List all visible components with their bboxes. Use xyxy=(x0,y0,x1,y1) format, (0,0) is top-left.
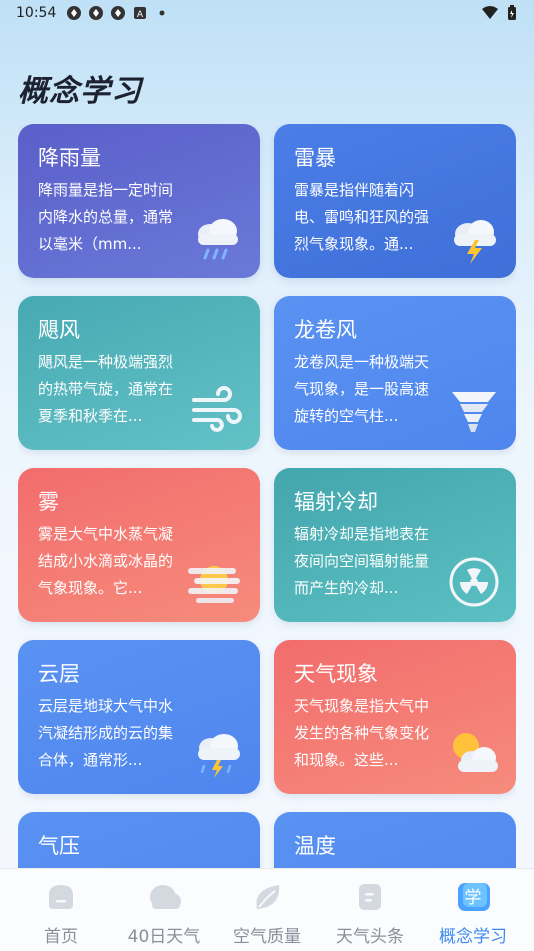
card-description: 降雨量是指一定时间内降水的总量，通常以毫米（mm... xyxy=(38,181,174,253)
svg-text:学: 学 xyxy=(465,888,482,908)
news-icon xyxy=(354,881,386,913)
status-system xyxy=(482,5,520,21)
tab-weather-headlines[interactable]: 天气头条 xyxy=(317,869,423,951)
leaf-icon xyxy=(251,881,283,913)
wifi-icon xyxy=(482,5,498,21)
cloud-icon xyxy=(148,881,181,913)
card-title: 雾 xyxy=(38,490,59,514)
card-title: 降雨量 xyxy=(38,146,101,170)
thunderstorm-icon xyxy=(446,210,502,266)
card-title: 辐射冷却 xyxy=(294,490,378,514)
sync-icon xyxy=(88,5,104,21)
status-time: 10:54 xyxy=(16,5,57,21)
sync-icon xyxy=(66,5,82,21)
tab-40-day-weather[interactable]: 40日天气 xyxy=(111,869,217,951)
concept-card-tornado[interactable]: 龙卷风 龙卷风是一种极端天气现象，是一股高速旋转的空气柱... xyxy=(274,296,516,450)
concept-card-rainfall[interactable]: 降雨量 降雨量是指一定时间内降水的总量，通常以毫米（mm... xyxy=(18,124,260,278)
concept-card-fog[interactable]: 雾 雾是大气中水蒸气凝结成小水滴或冰晶的气象现象。它... xyxy=(18,468,260,622)
tab-label: 天气头条 xyxy=(336,927,404,947)
battery-icon xyxy=(504,5,520,21)
bottom-tab-bar: 首页 40日天气 空气质量 天气头条 学 概念学习 xyxy=(0,868,534,951)
card-description: 雷暴是指伴随着闪电、雷鸣和狂风的强烈气象现象。通... xyxy=(294,181,430,253)
card-description: 云层是地球大气中水汽凝结形成的云的集合体，通常形... xyxy=(38,697,174,769)
concept-card-weather-phenomena[interactable]: 天气现象 天气现象是指大气中发生的各种气象变化和现象。这些... xyxy=(274,640,516,794)
storm-cloud-icon xyxy=(190,726,246,782)
concept-card-air-pressure[interactable]: 气压 xyxy=(18,812,260,868)
card-title: 云层 xyxy=(38,662,80,686)
dot-icon xyxy=(154,5,170,21)
wind-icon xyxy=(190,382,246,438)
app-notification-icon: A xyxy=(132,5,148,21)
tab-air-quality[interactable]: 空气质量 xyxy=(214,869,320,951)
card-title: 飓风 xyxy=(38,318,80,342)
fog-icon xyxy=(186,554,242,610)
card-title: 雷暴 xyxy=(294,146,336,170)
tab-label: 首页 xyxy=(44,927,78,947)
card-title: 气压 xyxy=(38,834,80,858)
card-description: 飓风是一种极端强烈的热带气旋，通常在夏季和秋季在... xyxy=(38,353,174,425)
sun-cloud-icon xyxy=(446,726,502,782)
tab-label: 40日天气 xyxy=(127,927,201,947)
card-title: 龙卷风 xyxy=(294,318,357,342)
card-description: 辐射冷却是指地表在夜间向空间辐射能量而产生的冷却... xyxy=(294,525,430,597)
card-title: 温度 xyxy=(294,834,336,858)
concept-card-radiative-cooling[interactable]: 辐射冷却 辐射冷却是指地表在夜间向空间辐射能量而产生的冷却... xyxy=(274,468,516,622)
rain-cloud-icon xyxy=(190,210,246,266)
concept-card-cloud-layer[interactable]: 云层 云层是地球大气中水汽凝结形成的云的集合体，通常形... xyxy=(18,640,260,794)
concept-card-hurricane[interactable]: 飓风 飓风是一种极端强烈的热带气旋，通常在夏季和秋季在... xyxy=(18,296,260,450)
tab-home[interactable]: 首页 xyxy=(8,869,114,951)
card-description: 天气现象是指大气中发生的各种气象变化和现象。这些... xyxy=(294,697,430,769)
tab-label: 概念学习 xyxy=(439,927,507,947)
home-icon xyxy=(45,881,77,913)
radiation-icon xyxy=(446,554,502,610)
card-description: 雾是大气中水蒸气凝结成小水滴或冰晶的气象现象。它... xyxy=(38,525,174,597)
tab-concept-learning[interactable]: 学 概念学习 xyxy=(420,869,526,951)
tornado-icon xyxy=(446,382,502,438)
tab-label: 空气质量 xyxy=(233,927,301,947)
learn-icon: 学 xyxy=(457,881,490,913)
concept-card-grid[interactable]: 降雨量 降雨量是指一定时间内降水的总量，通常以毫米（mm... 雷暴 雷暴是指伴… xyxy=(18,124,516,868)
concept-card-temperature[interactable]: 温度 xyxy=(274,812,516,868)
page-title: 概念学习 xyxy=(18,74,142,109)
sync-icon xyxy=(110,5,126,21)
card-description: 龙卷风是一种极端天气现象，是一股高速旋转的空气柱... xyxy=(294,353,430,425)
status-notifications: A xyxy=(66,5,170,21)
status-bar: 10:54 A xyxy=(0,0,534,30)
concept-card-thunderstorm[interactable]: 雷暴 雷暴是指伴随着闪电、雷鸣和狂风的强烈气象现象。通... xyxy=(274,124,516,278)
svg-text:A: A xyxy=(137,10,144,20)
card-title: 天气现象 xyxy=(294,662,378,686)
